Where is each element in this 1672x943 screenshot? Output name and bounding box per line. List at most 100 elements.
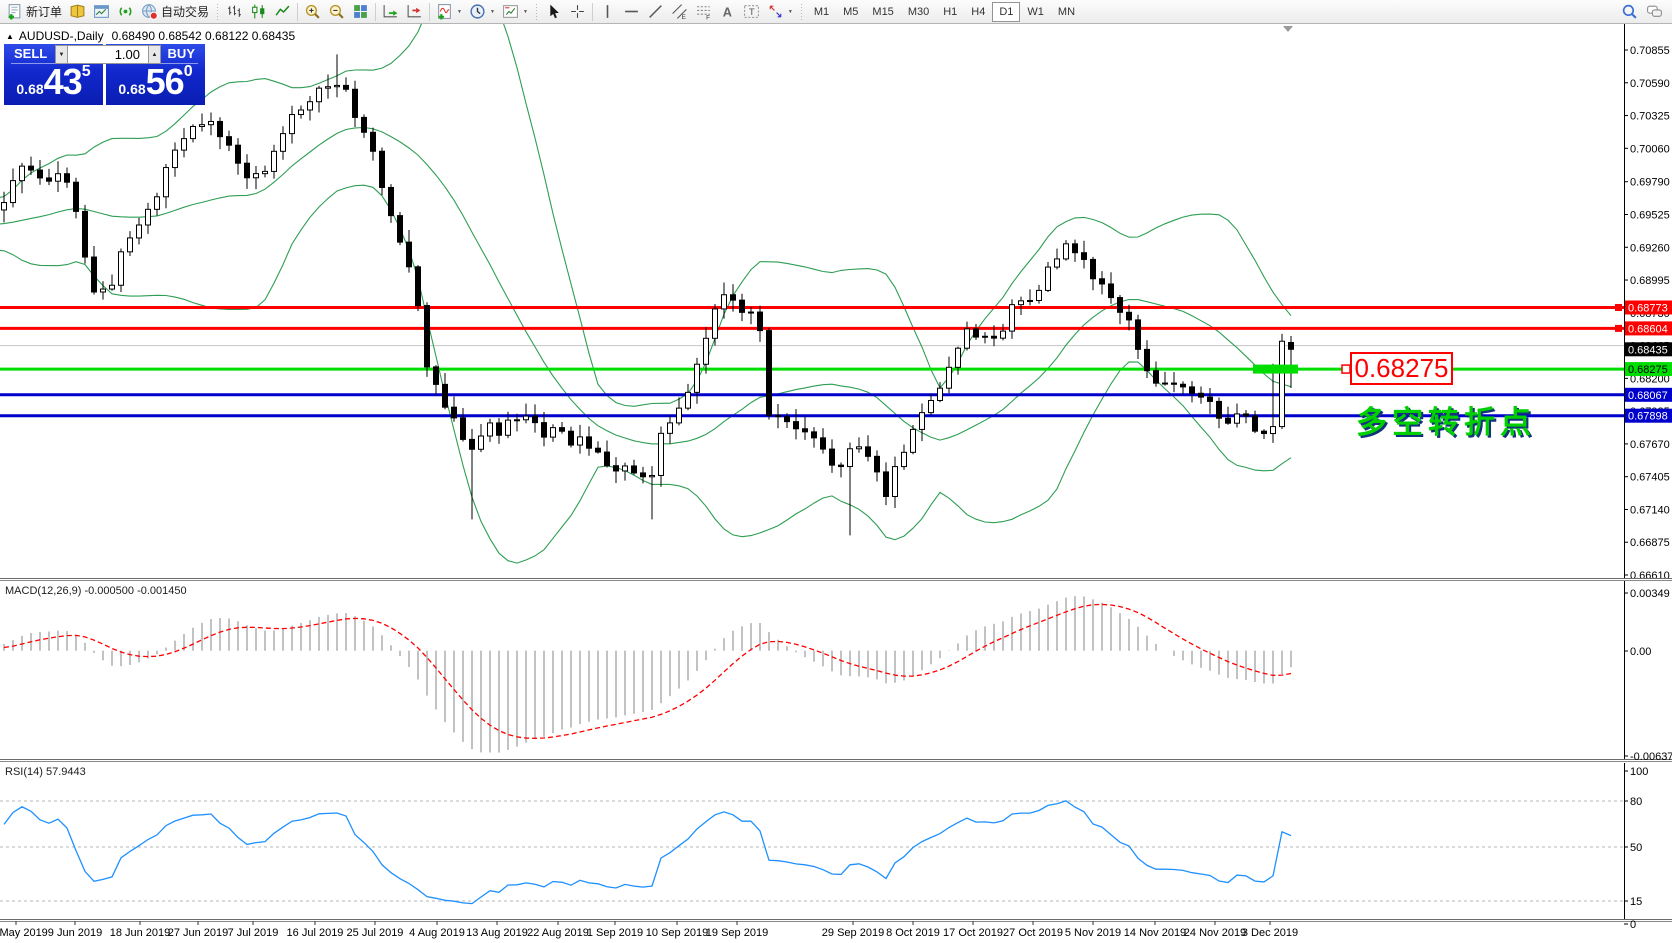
- timeframe-m5[interactable]: M5: [836, 2, 865, 22]
- tile-windows-button[interactable]: [349, 1, 372, 22]
- text-button[interactable]: A: [716, 1, 739, 22]
- new-chart-button[interactable]: [90, 1, 113, 22]
- timeframe-h4[interactable]: H4: [964, 2, 992, 22]
- collapse-arrow-icon[interactable]: ▲: [6, 32, 14, 41]
- candle-body: [452, 407, 457, 418]
- auto-scroll-button[interactable]: [379, 1, 402, 22]
- date-tick-label: 18 Jun 2019: [110, 927, 171, 939]
- chat-icon[interactable]: [1646, 3, 1663, 20]
- timeframe-mn[interactable]: MN: [1051, 2, 1082, 22]
- indicators-button[interactable]: ▼: [433, 1, 465, 22]
- price-tag-label: 0.67898: [1628, 411, 1668, 423]
- price-tag-label: 0.68435: [1628, 344, 1668, 356]
- panel-separator[interactable]: [0, 578, 1672, 579]
- candle-body: [785, 417, 790, 422]
- timeframe-m15[interactable]: M15: [865, 2, 900, 22]
- periods-button[interactable]: ▼: [466, 1, 498, 22]
- timeframe-w1[interactable]: W1: [1020, 2, 1051, 22]
- search-icon[interactable]: [1621, 3, 1638, 20]
- horizontal-line-button[interactable]: [620, 1, 643, 22]
- timeframe-m30[interactable]: M30: [901, 2, 936, 22]
- candle-body: [1145, 349, 1150, 370]
- chinese-annotation[interactable]: 多空转折点: [1356, 397, 1536, 442]
- chart-title: ▲AUDUSD-,Daily0.68490 0.68542 0.68122 0.…: [6, 29, 295, 43]
- candle-body: [1109, 284, 1114, 298]
- date-tick-label: 27 Oct 2019: [1003, 927, 1063, 939]
- panel-separator[interactable]: [0, 761, 1672, 762]
- vertical-line-button[interactable]: [596, 1, 619, 22]
- candle-body: [839, 465, 844, 466]
- toolbar-separator: [297, 3, 298, 21]
- date-tick-label: 17 Oct 2019: [943, 927, 1003, 939]
- crosshair-button[interactable]: [566, 1, 589, 22]
- volume-input[interactable]: [68, 45, 148, 64]
- candle-body: [1028, 301, 1033, 302]
- candle-body: [1235, 414, 1240, 423]
- trendline-button[interactable]: [644, 1, 667, 22]
- candlestick-chart-button[interactable]: [247, 1, 270, 22]
- signals-button[interactable]: [114, 1, 137, 22]
- chart-shift-marker[interactable]: [1283, 26, 1293, 32]
- volume-decrease-button[interactable]: ▼: [55, 45, 68, 64]
- candle-body: [578, 437, 583, 445]
- candle-body: [650, 475, 655, 476]
- candle-body: [389, 187, 394, 215]
- selected-line-handle[interactable]: [1253, 365, 1298, 374]
- timeframe-d1[interactable]: D1: [992, 2, 1020, 22]
- line-chart-button[interactable]: [271, 1, 294, 22]
- panel-separator[interactable]: [0, 759, 1672, 760]
- panel-separator[interactable]: [0, 921, 1672, 922]
- candle-body: [965, 329, 970, 348]
- bar-chart-button[interactable]: [223, 1, 246, 22]
- candle-body: [380, 151, 385, 187]
- bar-chart-icon: [226, 3, 243, 20]
- panel-separator[interactable]: [0, 580, 1672, 581]
- chart-canvas[interactable]: 0.708550.705900.703250.700600.697900.695…: [0, 0, 1672, 943]
- text-label-button[interactable]: T: [740, 1, 763, 22]
- fibonacci-button[interactable]: F: [692, 1, 715, 22]
- candle-body: [416, 267, 421, 306]
- line-handle[interactable]: [1615, 304, 1622, 311]
- candle-body: [1289, 342, 1294, 349]
- equidistant-channel-button[interactable]: E: [668, 1, 691, 22]
- candle-body: [353, 89, 358, 117]
- candle-body: [938, 388, 943, 400]
- date-tick-label: 1 Sep 2019: [587, 927, 643, 939]
- callout-anchor-handle[interactable]: [1342, 365, 1350, 373]
- new-order-button[interactable]: 新订单: [3, 1, 65, 22]
- timeframe-h1[interactable]: H1: [936, 2, 964, 22]
- date-tick-label: 27 Jun 2019: [168, 927, 229, 939]
- autotrade-button[interactable]: 自动交易: [138, 1, 212, 22]
- date-axis[interactable]: 30 May 20199 Jun 201918 Jun 201927 Jun 2…: [0, 921, 1298, 939]
- macd-axis: 0.003490.00-0.00637: [1624, 581, 1672, 763]
- timeframe-m1[interactable]: M1: [807, 2, 836, 22]
- sell-price-prefix: 0.68: [16, 81, 43, 97]
- panel-separator[interactable]: [0, 919, 1672, 920]
- cursor-button[interactable]: [542, 1, 565, 22]
- rsi-tick-label: 50: [1630, 842, 1642, 854]
- candle-body: [56, 174, 61, 181]
- candle-body: [326, 87, 331, 88]
- candle-body: [956, 348, 961, 367]
- candle-body: [749, 312, 754, 313]
- candlesticks: [2, 54, 1294, 535]
- candle-body: [947, 367, 952, 388]
- line-handle[interactable]: [1615, 325, 1622, 332]
- candle-body: [551, 428, 556, 437]
- candle-body: [983, 336, 988, 337]
- zoom-out-button[interactable]: [325, 1, 348, 22]
- price-callout-label[interactable]: 0.68275: [1350, 352, 1453, 385]
- price-axis[interactable]: 0.708550.705900.703250.700600.697900.695…: [1624, 24, 1672, 582]
- templates-button[interactable]: ▼: [499, 1, 531, 22]
- candle-body: [371, 132, 376, 151]
- candle-body: [344, 85, 349, 89]
- candle-body: [623, 466, 628, 471]
- volume-increase-button[interactable]: ▲: [148, 45, 161, 64]
- zoom-in-button[interactable]: [301, 1, 324, 22]
- history-center-button[interactable]: [66, 1, 89, 22]
- chart-shift-button[interactable]: [403, 1, 426, 22]
- candle-body: [659, 433, 664, 475]
- candle-body: [1163, 383, 1168, 384]
- text-label-icon: T: [743, 3, 760, 20]
- arrows-button[interactable]: ▼: [764, 1, 796, 22]
